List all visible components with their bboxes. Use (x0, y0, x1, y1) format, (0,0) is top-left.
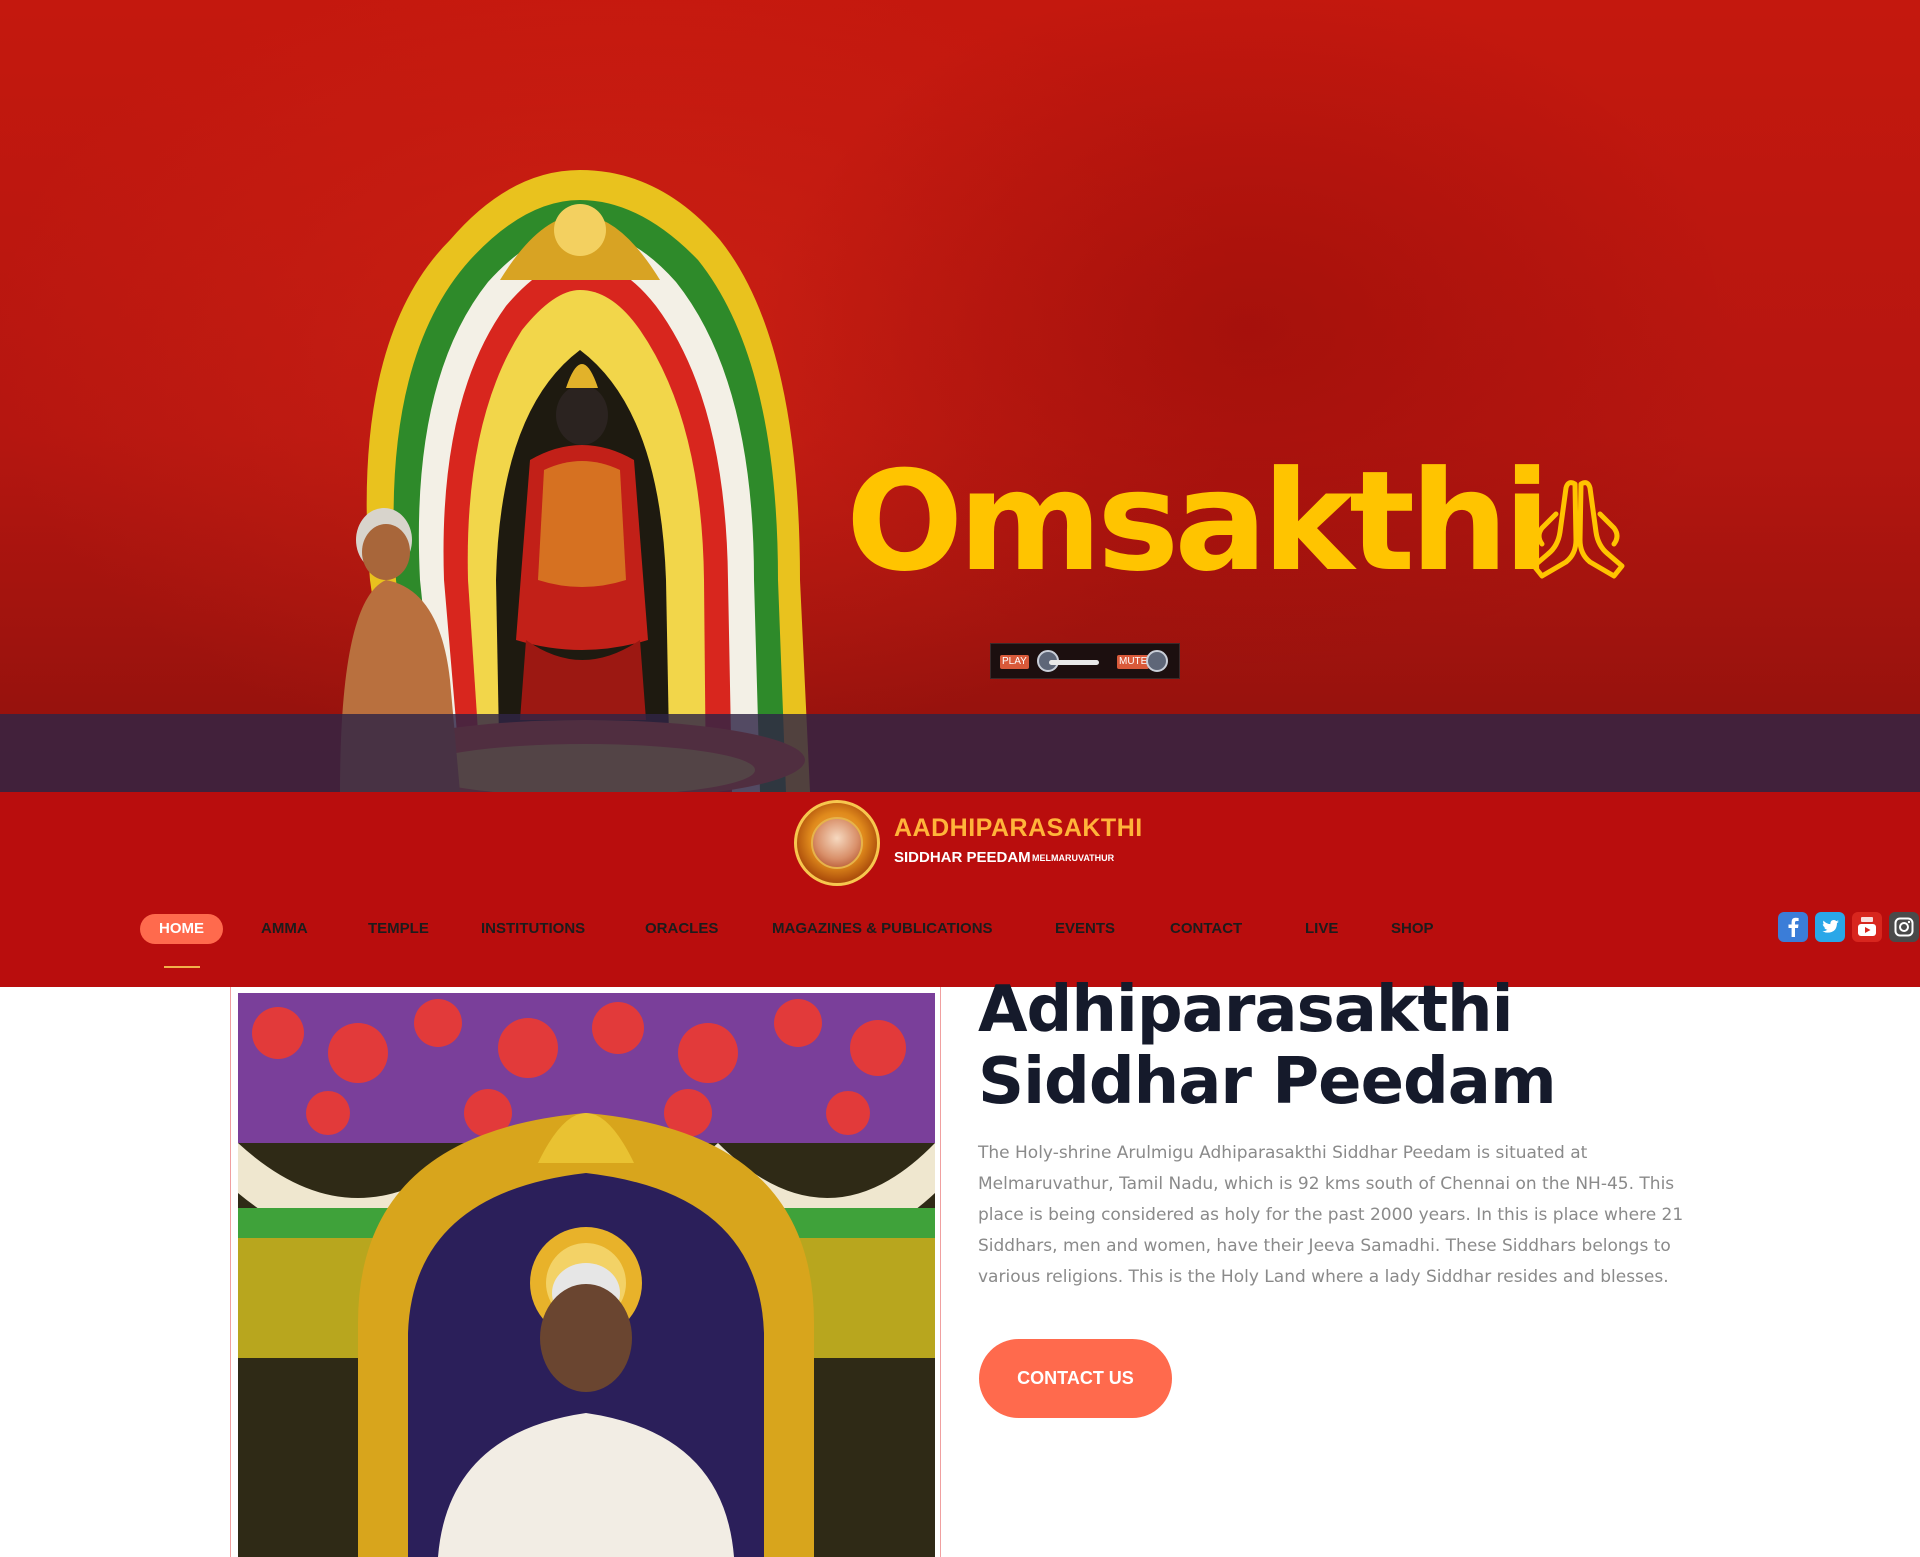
logo-portrait (811, 817, 863, 869)
intro-heading: Adhiparasakthi Siddhar Peedam (978, 974, 1738, 1118)
nav-item-institutions[interactable]: INSTITUTIONS (481, 914, 585, 944)
youtube-icon[interactable] (1852, 912, 1882, 942)
intro-heading-line1: Adhiparasakthi (978, 973, 1514, 1047)
nav-item-temple[interactable]: TEMPLE (368, 914, 429, 944)
nav-item-home[interactable]: HOME (140, 914, 223, 944)
nav-item-oracles[interactable]: ORACLES (645, 914, 718, 944)
main-nav: HOME AMMA TEMPLE INSTITUTIONS ORACLES MA… (0, 914, 1460, 944)
hero-title: Omsakthi (846, 441, 1551, 602)
mute-button[interactable]: MUTE (1117, 655, 1150, 669)
logo-place: MELMARUVATHUR (1032, 853, 1115, 863)
amma-portrait-photo (238, 993, 935, 1557)
facebook-icon[interactable] (1778, 912, 1808, 942)
nav-item-magazines[interactable]: MAGAZINES & PUBLICATIONS (772, 914, 993, 944)
audio-player: PLAY MUTE (990, 643, 1180, 679)
twitter-icon[interactable] (1815, 912, 1845, 942)
volume-slider-track[interactable] (1049, 660, 1099, 665)
goddess-shrine-image (340, 170, 810, 792)
instagram-icon[interactable] (1889, 912, 1919, 942)
logo-title: AADHIPARASAKTHI (894, 814, 1143, 842)
nav-item-contact[interactable]: CONTACT (1170, 914, 1242, 944)
mute-toggle-knob[interactable] (1146, 650, 1168, 672)
praying-hands-icon (1531, 480, 1625, 579)
site-logo[interactable]: AADHIPARASAKTHI SIDDHAR PEEDAM MELMARUVA… (794, 800, 1142, 886)
hero-overlay-band (0, 714, 1920, 792)
intro-body: The Holy-shrine Arulmigu Adhiparasakthi … (978, 1143, 1684, 1287)
nav-item-live[interactable]: LIVE (1305, 914, 1338, 944)
intro-heading-line2: Siddhar Peedam (978, 1045, 1557, 1119)
nav-active-underline (164, 966, 200, 968)
nav-item-amma[interactable]: AMMA (261, 914, 308, 944)
logo-subtitle: SIDDHAR PEEDAM (894, 849, 1031, 866)
contact-us-button[interactable]: CONTACT US (979, 1339, 1172, 1418)
nav-item-shop[interactable]: SHOP (1391, 914, 1434, 944)
logo-badge-icon (794, 800, 880, 886)
play-button[interactable]: PLAY (1000, 655, 1029, 669)
nav-item-events[interactable]: EVENTS (1055, 914, 1115, 944)
hero-banner: Omsakthi PLAY MUTE (0, 0, 1920, 792)
